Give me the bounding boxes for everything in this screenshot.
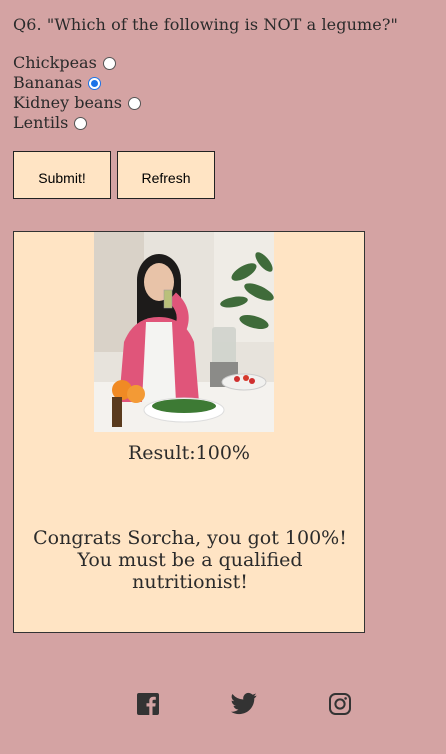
facebook-link[interactable] bbox=[136, 692, 160, 720]
option-bananas[interactable]: Bananas bbox=[13, 73, 141, 93]
option-label: Kidney beans bbox=[13, 93, 122, 112]
result-score: Result:100% bbox=[128, 442, 250, 464]
instagram-link[interactable] bbox=[328, 692, 352, 720]
radio-chickpeas[interactable] bbox=[102, 56, 116, 70]
radio-lentils[interactable] bbox=[74, 116, 88, 130]
option-kidney-beans[interactable]: Kidney beans bbox=[13, 93, 141, 113]
result-card: Result:100% Congrats Sorcha, you got 100… bbox=[13, 231, 365, 633]
result-photo bbox=[94, 232, 274, 432]
refresh-button[interactable]: Refresh bbox=[117, 151, 215, 199]
radio-bananas[interactable] bbox=[88, 76, 102, 90]
option-label: Lentils bbox=[13, 113, 69, 132]
question-text: Q6. "Which of the following is NOT a leg… bbox=[13, 15, 398, 34]
option-chickpeas[interactable]: Chickpeas bbox=[13, 53, 141, 73]
option-label: Bananas bbox=[13, 73, 83, 92]
facebook-icon bbox=[137, 693, 159, 715]
result-message: Congrats Sorcha, you got 100%! You must … bbox=[33, 527, 347, 593]
twitter-link[interactable] bbox=[231, 692, 257, 720]
twitter-icon bbox=[231, 692, 257, 715]
answer-options: Chickpeas Bananas Kidney beans Lentils bbox=[13, 53, 141, 133]
submit-button[interactable]: Submit! bbox=[13, 151, 111, 199]
woman-drinking-smoothie-image bbox=[94, 232, 274, 432]
instagram-icon bbox=[329, 693, 351, 715]
radio-kidney-beans[interactable] bbox=[127, 96, 141, 110]
option-lentils[interactable]: Lentils bbox=[13, 113, 141, 133]
option-label: Chickpeas bbox=[13, 53, 97, 72]
